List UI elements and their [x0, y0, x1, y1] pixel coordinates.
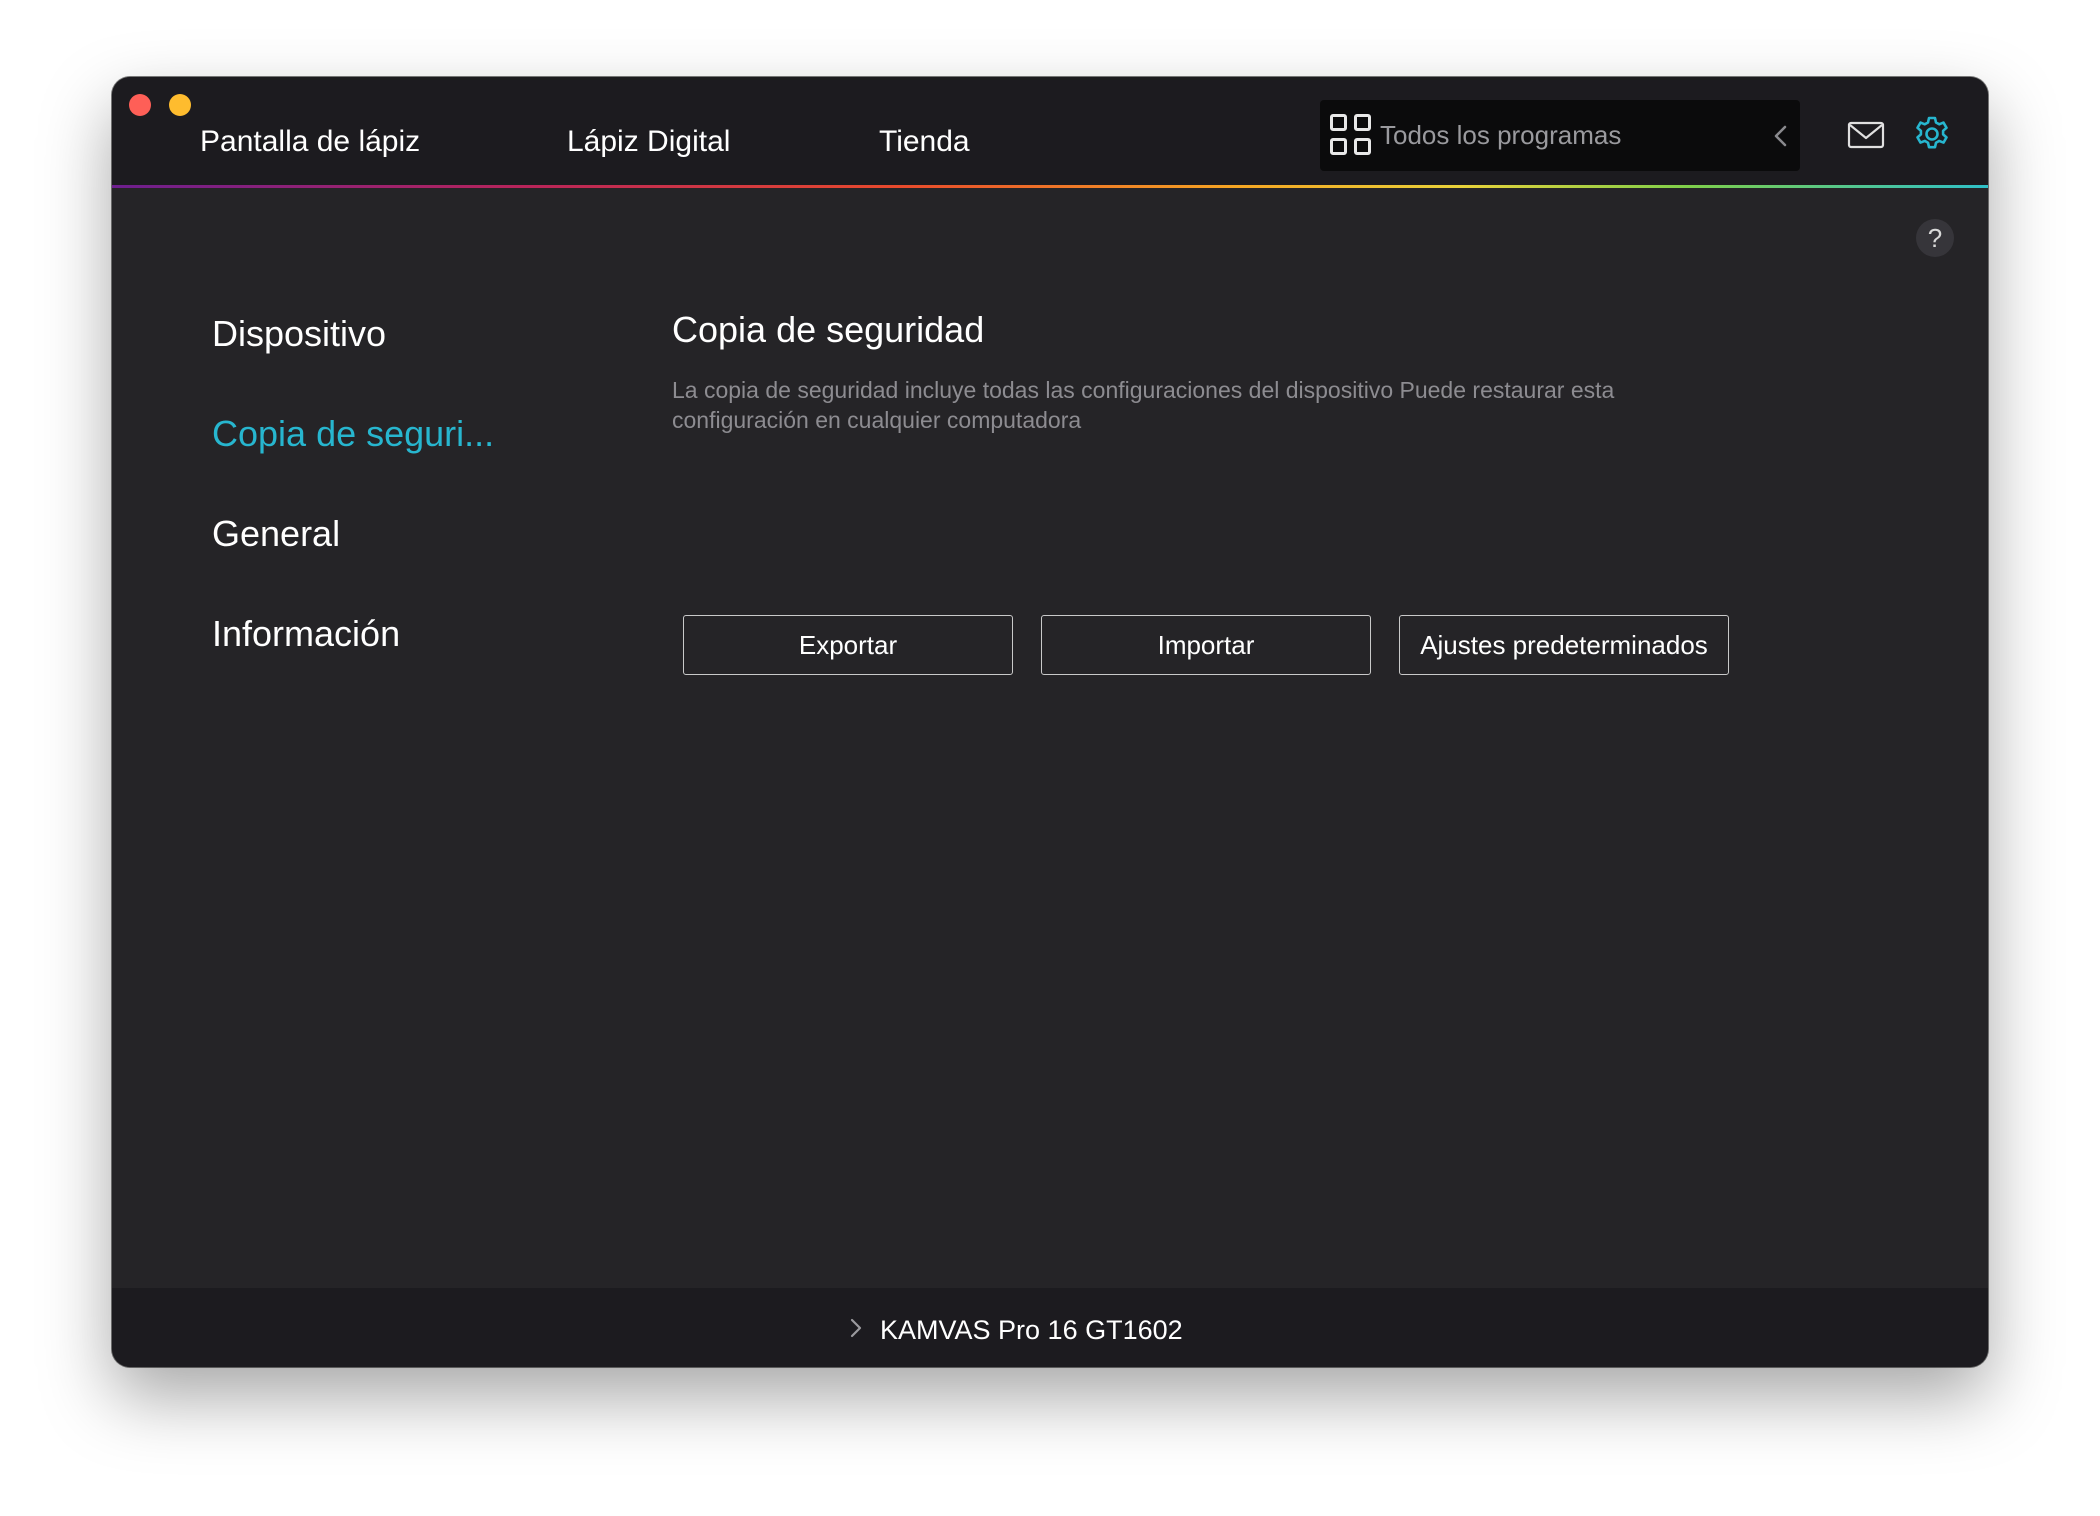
- program-selector[interactable]: Todos los programas: [1320, 100, 1800, 171]
- tab-digital-pen[interactable]: Lápiz Digital: [567, 117, 730, 167]
- export-button[interactable]: Exportar: [683, 615, 1013, 675]
- page-title: Copia de seguridad: [672, 309, 985, 350]
- help-button[interactable]: ?: [1916, 219, 1954, 257]
- sidebar-item-device[interactable]: Dispositivo: [212, 309, 386, 359]
- title-bar: Pantalla de lápiz Lápiz Digital Tienda T…: [112, 77, 1988, 185]
- import-button[interactable]: Importar: [1041, 615, 1371, 675]
- mail-icon[interactable]: [1847, 120, 1885, 150]
- title-divider: [112, 185, 1988, 188]
- close-window-button[interactable]: [129, 94, 151, 116]
- gear-icon[interactable]: [1913, 115, 1951, 153]
- restore-defaults-button[interactable]: Ajustes predeterminados: [1399, 615, 1729, 675]
- sidebar-item-general[interactable]: General: [212, 509, 340, 559]
- device-name[interactable]: KAMVAS Pro 16 GT1602: [880, 1288, 1183, 1367]
- grid-icon: [1330, 114, 1372, 156]
- minimize-window-button[interactable]: [169, 94, 191, 116]
- tab-pen-display[interactable]: Pantalla de lápiz: [200, 117, 420, 167]
- sidebar-item-backup[interactable]: Copia de seguri...: [212, 409, 494, 459]
- chevron-right-icon: [850, 1318, 862, 1338]
- sidebar-item-information[interactable]: Información: [212, 609, 400, 659]
- chevron-left-icon[interactable]: [1772, 125, 1790, 147]
- program-selector-label: Todos los programas: [1380, 120, 1622, 150]
- tab-store[interactable]: Tienda: [879, 117, 970, 167]
- app-window: Pantalla de lápiz Lápiz Digital Tienda T…: [112, 77, 1988, 1367]
- backup-description: La copia de seguridad incluye todas las …: [672, 377, 1615, 433]
- device-bar: KAMVAS Pro 16 GT1602: [112, 1288, 1988, 1367]
